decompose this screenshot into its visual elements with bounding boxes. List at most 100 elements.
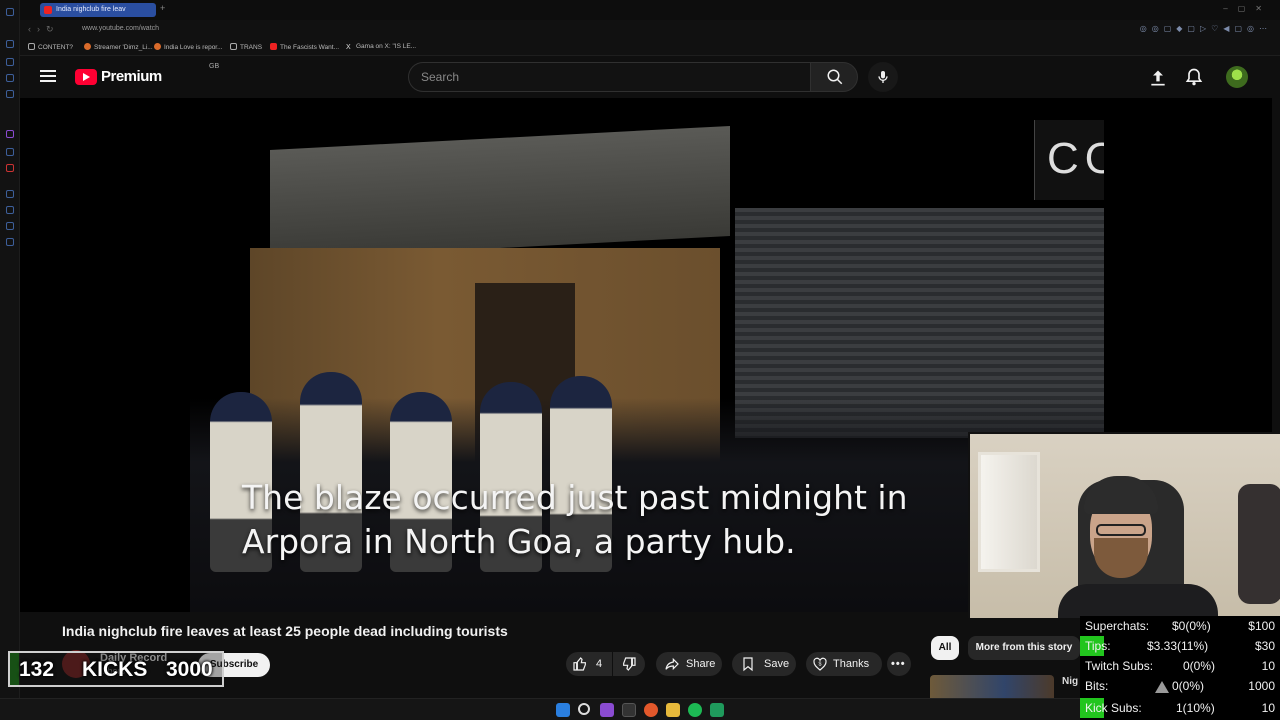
bookmark-item[interactable]: Streamer 'Dimz_Li... bbox=[84, 43, 153, 51]
sidebar-app-icon[interactable] bbox=[6, 40, 14, 48]
tab-active[interactable]: India nighclub fire leav bbox=[40, 3, 156, 17]
goal-row: Tips: $3.33(11%) $30 bbox=[1080, 636, 1280, 656]
svg-text:$: $ bbox=[819, 661, 822, 667]
thanks-button[interactable]: $ Thanks bbox=[806, 652, 882, 676]
search-input[interactable] bbox=[409, 63, 810, 91]
search-box bbox=[408, 62, 810, 92]
goal-value: 1(10%) bbox=[1176, 701, 1215, 715]
kicks-goal-overlay: 132 KICKS 3000 bbox=[8, 651, 224, 687]
search-icon[interactable] bbox=[578, 703, 590, 715]
webcam-overlay bbox=[968, 432, 1280, 618]
sidebar-app-icon[interactable] bbox=[6, 90, 14, 98]
region-code: GB bbox=[209, 63, 220, 70]
chip-more-from-story[interactable]: More from this story bbox=[968, 636, 1080, 660]
bookmark-item[interactable]: TRANS bbox=[230, 43, 262, 51]
building-sign: CO bbox=[1034, 120, 1104, 200]
upload-icon bbox=[1151, 70, 1165, 86]
url-field[interactable]: www.youtube.com/watch bbox=[82, 25, 159, 32]
twitch-icon[interactable] bbox=[6, 130, 14, 138]
caption-line: The blaze occurred just past midnight in bbox=[242, 478, 908, 517]
goal-target: 10 bbox=[1261, 659, 1275, 673]
youtube-icon bbox=[270, 43, 277, 50]
thanks-heart-icon: $ bbox=[813, 657, 827, 671]
goal-value: 0(0%) bbox=[1172, 679, 1205, 693]
like-button[interactable]: 4 bbox=[566, 652, 612, 676]
bookmark-item[interactable]: X Gama on X: "IS LE... bbox=[346, 43, 416, 51]
video-title: India nighclub fire leaves at least 25 p… bbox=[62, 623, 508, 639]
sidebar-app-icon[interactable] bbox=[6, 222, 14, 230]
goal-value: 0(0%) bbox=[1183, 659, 1216, 673]
more-icon: ••• bbox=[891, 658, 906, 670]
logo-text: Premium bbox=[101, 68, 162, 85]
instagram-icon[interactable] bbox=[6, 164, 14, 172]
twitch-bits-icon bbox=[1155, 681, 1169, 693]
save-button[interactable]: Save bbox=[732, 652, 796, 676]
notifications-button[interactable] bbox=[1184, 67, 1204, 87]
browser-icon[interactable] bbox=[622, 703, 636, 717]
windows-start-icon[interactable] bbox=[556, 703, 570, 717]
folder-icon bbox=[230, 43, 237, 50]
more-actions-button[interactable]: ••• bbox=[887, 652, 911, 676]
file-explorer-icon[interactable] bbox=[666, 703, 680, 717]
spotify-icon[interactable] bbox=[688, 703, 702, 717]
thumbs-down-icon bbox=[623, 657, 636, 671]
address-bar: ‹›↻ www.youtube.com/watch ◎◎▢◆▢▷♡◀▢◎⋯ bbox=[20, 20, 1280, 40]
like-count: 4 bbox=[596, 658, 603, 670]
bookmarks-bar: CONTENT? Streamer 'Dimz_Li... India Love… bbox=[20, 40, 1280, 56]
messenger-icon[interactable] bbox=[6, 148, 14, 156]
goal-row: Kick Subs: 1(10%) 10 bbox=[1080, 698, 1280, 718]
nav-buttons[interactable]: ‹›↻ bbox=[28, 24, 60, 35]
goal-target: $30 bbox=[1254, 639, 1275, 653]
bookmark-item[interactable]: The Fascists Want... bbox=[270, 43, 339, 51]
goal-value: $3.33(11%) bbox=[1147, 639, 1209, 653]
video-caption: The blaze occurred just past midnight in… bbox=[242, 476, 942, 564]
recommendation-title[interactable]: Nig bbox=[1062, 676, 1078, 687]
tab-bar: India nighclub fire leav + ‒▢✕ bbox=[20, 0, 1280, 20]
voice-search-button[interactable] bbox=[868, 62, 898, 92]
microphone-icon bbox=[878, 71, 888, 83]
tab-title: India nighclub fire leav bbox=[56, 6, 126, 13]
search-button[interactable] bbox=[810, 62, 858, 92]
goal-row: Twitch Subs: 0(0%) 10 bbox=[1080, 656, 1280, 676]
goal-name: Tips: bbox=[1085, 639, 1111, 653]
x-icon: X bbox=[346, 44, 351, 51]
goal-value: $0(0%) bbox=[1172, 619, 1211, 633]
screen: India nighclub fire leav + ‒▢✕ ‹›↻ www.y… bbox=[0, 0, 1280, 720]
sidebar-app-icon[interactable] bbox=[6, 206, 14, 214]
account-avatar[interactable] bbox=[1226, 66, 1248, 88]
caption-line: Arpora in North Goa, a party hub. bbox=[242, 522, 796, 561]
dislike-button[interactable] bbox=[613, 652, 645, 676]
chip-all[interactable]: All bbox=[931, 636, 959, 660]
share-icon bbox=[665, 657, 679, 671]
app-icon[interactable] bbox=[710, 703, 724, 717]
extension-icons[interactable]: ◎◎▢◆▢▷♡◀▢◎⋯ bbox=[1140, 24, 1272, 33]
sidebar-app-icon[interactable] bbox=[6, 74, 14, 82]
goal-target: $100 bbox=[1248, 619, 1275, 633]
sidebar-app-icon[interactable] bbox=[6, 58, 14, 66]
workspace-icon[interactable] bbox=[6, 8, 14, 16]
new-tab-icon[interactable]: + bbox=[160, 3, 165, 13]
chrome-icon[interactable] bbox=[644, 703, 658, 717]
youtube-header: Premium GB bbox=[20, 56, 1272, 98]
youtube-play-icon bbox=[75, 69, 97, 85]
stream-goals-panel: Superchats: $0(0%) $100 Tips: $3.33(11%)… bbox=[1080, 616, 1280, 720]
window-controls[interactable]: ‒▢✕ bbox=[1223, 4, 1272, 13]
kicks-current: 132 bbox=[19, 658, 55, 681]
discord-icon[interactable] bbox=[600, 703, 614, 717]
settings-icon[interactable] bbox=[6, 238, 14, 246]
menu-icon[interactable] bbox=[40, 70, 56, 82]
share-label: Share bbox=[686, 658, 716, 670]
share-button[interactable]: Share bbox=[656, 652, 722, 676]
goal-name: Superchats: bbox=[1085, 619, 1150, 633]
globe-icon bbox=[84, 43, 91, 50]
upload-button[interactable] bbox=[1148, 68, 1168, 88]
bookmark-item[interactable]: CONTENT? bbox=[28, 43, 73, 51]
goal-name: Kick Subs: bbox=[1085, 701, 1142, 715]
goal-row: Superchats: $0(0%) $100 bbox=[1080, 616, 1280, 636]
bookmark-item[interactable]: India Love is repor... bbox=[154, 43, 223, 51]
youtube-favicon-icon bbox=[44, 6, 52, 14]
goal-name: Bits: bbox=[1085, 679, 1109, 693]
goal-name: Twitch Subs: bbox=[1085, 659, 1154, 673]
sidebar-app-icon[interactable] bbox=[6, 190, 14, 198]
goal-row: Bits: 0(0%) 1000 bbox=[1080, 676, 1280, 696]
